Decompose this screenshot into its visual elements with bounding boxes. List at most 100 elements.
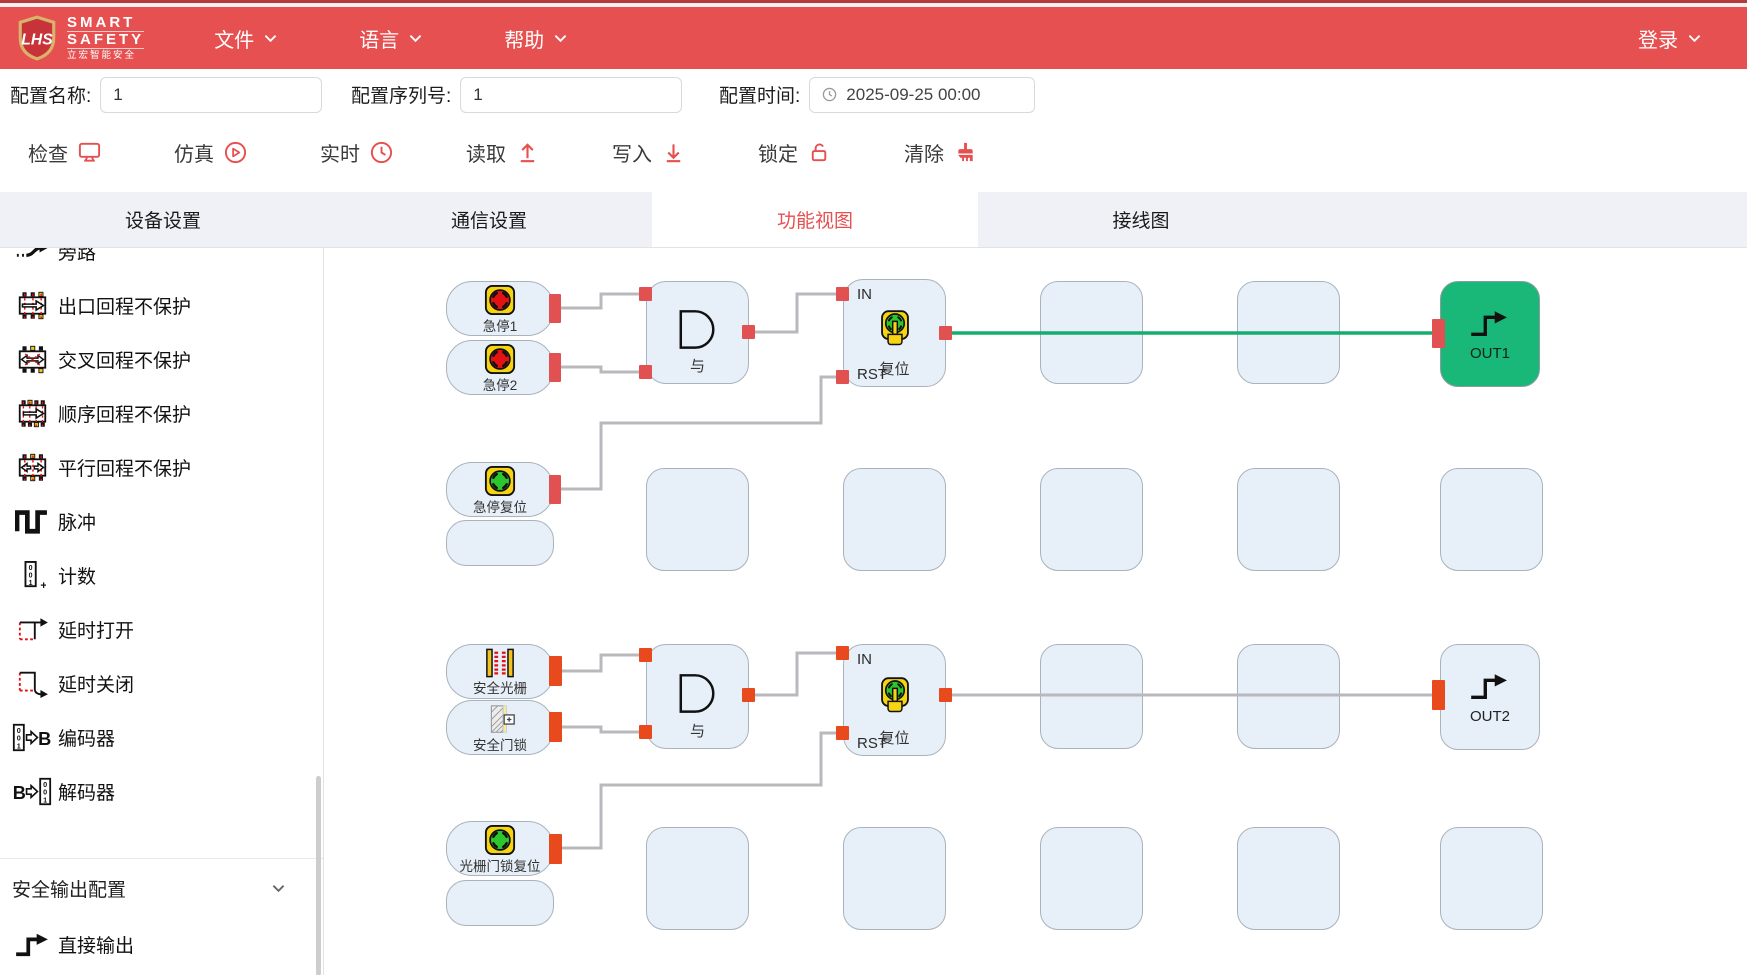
light-curtain-icon: [483, 648, 517, 678]
sidebar-scrollbar[interactable]: [316, 776, 321, 975]
empty-cell[interactable]: [1237, 827, 1340, 930]
estop-1-node[interactable]: 急停1: [446, 281, 554, 336]
config-serial-input[interactable]: [460, 77, 682, 113]
light-curtain-node[interactable]: 安全光栅: [446, 644, 554, 699]
sidebar-section-safety-output[interactable]: 安全输出配置: [0, 859, 323, 917]
and-gate-2-node[interactable]: 与: [646, 644, 749, 749]
tab-wiring-diagram[interactable]: 接线图: [978, 192, 1304, 247]
empty-cell[interactable]: [1040, 827, 1143, 930]
tab-device-settings[interactable]: 设备设置: [0, 192, 326, 247]
write-button[interactable]: 写入: [612, 138, 686, 167]
curtain-lock-reset-node[interactable]: 光栅门锁复位: [446, 821, 554, 876]
tab-bar: 设备设置通信设置功能视图接线图: [0, 192, 1747, 248]
decoder-icon: B001: [10, 776, 54, 807]
simulate-button-label: 仿真: [174, 138, 214, 167]
menu-file[interactable]: 文件: [214, 24, 277, 53]
sidebar-item-pulse[interactable]: 脉冲: [0, 494, 323, 548]
reset-1-node[interactable]: 复位INRST: [843, 279, 946, 387]
reset-button-icon: [484, 465, 516, 497]
empty-cell[interactable]: [646, 468, 749, 571]
estop-reset-node-label: 急停复位: [473, 496, 527, 516]
wire: [561, 294, 640, 308]
wire: [755, 653, 837, 695]
door-lock-node[interactable]: 安全门锁: [446, 700, 554, 755]
realtime-button[interactable]: 实时: [320, 138, 394, 167]
and-gate-1-node[interactable]: 与: [646, 281, 749, 384]
sidebar-item-bypass[interactable]: 旁路: [0, 248, 323, 278]
check-button-label: 检查: [28, 138, 68, 167]
menu-language-label: 语言: [359, 24, 399, 53]
empty-cell[interactable]: [1237, 281, 1340, 384]
estop-2-node[interactable]: 急停2: [446, 340, 554, 395]
sidebar-item-pulse-label: 脉冲: [58, 508, 96, 535]
empty-cell[interactable]: [1040, 468, 1143, 571]
empty-cell[interactable]: [446, 880, 554, 926]
reset-hand-icon: [876, 309, 913, 350]
sidebar-item-exit-return-unprotected-label: 出口回程不保护: [58, 292, 191, 319]
menu-help[interactable]: 帮助: [504, 24, 567, 53]
tab-comm-settings[interactable]: 通信设置: [326, 192, 652, 247]
broom-icon: [953, 140, 978, 165]
empty-cell[interactable]: [1237, 468, 1340, 571]
app-window: LHS SMART SAFETY 立宏智能安全 文件 语言 帮助 登录 配置名称:配…: [0, 0, 1747, 975]
top-navbar: LHS SMART SAFETY 立宏智能安全 文件 语言 帮助 登录: [0, 7, 1747, 69]
empty-cell[interactable]: [1237, 644, 1340, 749]
delay-open-icon: [10, 615, 54, 643]
sidebar-item-encoder[interactable]: 001B编码器: [0, 710, 323, 764]
delay-close-icon: [10, 668, 54, 698]
sidebar-item-direct-output[interactable]: 直接输出: [0, 917, 323, 971]
unlock-icon: [807, 140, 832, 165]
empty-cell[interactable]: [843, 468, 946, 571]
clear-button[interactable]: 清除: [904, 138, 978, 167]
light-curtain-node-label: 安全光栅: [473, 677, 527, 697]
spacer: [0, 184, 1747, 192]
config-time-input[interactable]: 2025-09-25 00:00: [809, 77, 1035, 113]
empty-cell[interactable]: [1440, 827, 1543, 930]
and-gate-icon: [673, 671, 723, 715]
empty-cell[interactable]: [646, 827, 749, 930]
brand-logo: LHS SMART SAFETY 立宏智能安全: [16, 15, 144, 61]
brand-text: SMART SAFETY 立宏智能安全: [67, 15, 144, 60]
simulate-button[interactable]: 仿真: [174, 138, 248, 167]
chevron-down-icon: [272, 884, 285, 893]
menu-help-label: 帮助: [504, 24, 544, 53]
out1-node-label: OUT1: [1470, 345, 1510, 362]
empty-cell[interactable]: [1040, 644, 1143, 749]
sidebar-item-decoder-label: 解码器: [58, 778, 115, 805]
out2-node[interactable]: OUT2: [1440, 644, 1540, 750]
tab-function-view[interactable]: 功能视图: [652, 192, 978, 247]
sidebar-item-decoder[interactable]: B001解码器: [0, 764, 323, 818]
sidebar-item-delay-close[interactable]: 延时关闭: [0, 656, 323, 710]
sidebar-item-cross-return-unprotected[interactable]: 交叉回程不保护: [0, 332, 323, 386]
brand-shield-icon: LHS: [16, 15, 58, 61]
lock-button[interactable]: 锁定: [758, 138, 832, 167]
read-button[interactable]: 读取: [466, 138, 540, 167]
sidebar-item-exit-return-unprotected[interactable]: 出口回程不保护: [0, 278, 323, 332]
sidebar-item-sequence-return-unprotected[interactable]: 顺序回程不保护: [0, 386, 323, 440]
config-form: 配置名称:配置序列号:配置时间:2025-09-25 00:00: [0, 69, 1747, 120]
upload-arrow-icon: [515, 140, 540, 165]
menu-language[interactable]: 语言: [359, 24, 422, 53]
clock-icon: [822, 87, 837, 102]
config-name-input[interactable]: [100, 77, 322, 113]
wire: [561, 367, 640, 372]
estop-reset-node[interactable]: 急停复位: [446, 462, 554, 517]
wire: [755, 294, 837, 332]
empty-cell[interactable]: [1040, 281, 1143, 384]
estop-1-node-label: 急停1: [483, 315, 518, 335]
svg-text:1: 1: [17, 741, 21, 750]
out1-node[interactable]: OUT1: [1440, 281, 1540, 387]
pulse-icon: [10, 507, 54, 535]
empty-cell[interactable]: [1440, 468, 1543, 571]
login-button[interactable]: 登录: [1638, 24, 1701, 53]
monitor-icon: [77, 140, 102, 165]
sidebar-item-parallel-return-unprotected[interactable]: 平行回程不保护: [0, 440, 323, 494]
sidebar-item-delay-close-label: 延时关闭: [58, 670, 134, 697]
empty-cell[interactable]: [843, 827, 946, 930]
sidebar-item-counter[interactable]: 001+计数: [0, 548, 323, 602]
brand-subtitle: 立宏智能安全: [67, 51, 144, 61]
empty-cell[interactable]: [446, 520, 554, 566]
check-button[interactable]: 检查: [28, 138, 102, 167]
sidebar-item-delay-open[interactable]: 延时打开: [0, 602, 323, 656]
reset-2-node[interactable]: 复位INRST: [843, 644, 946, 756]
